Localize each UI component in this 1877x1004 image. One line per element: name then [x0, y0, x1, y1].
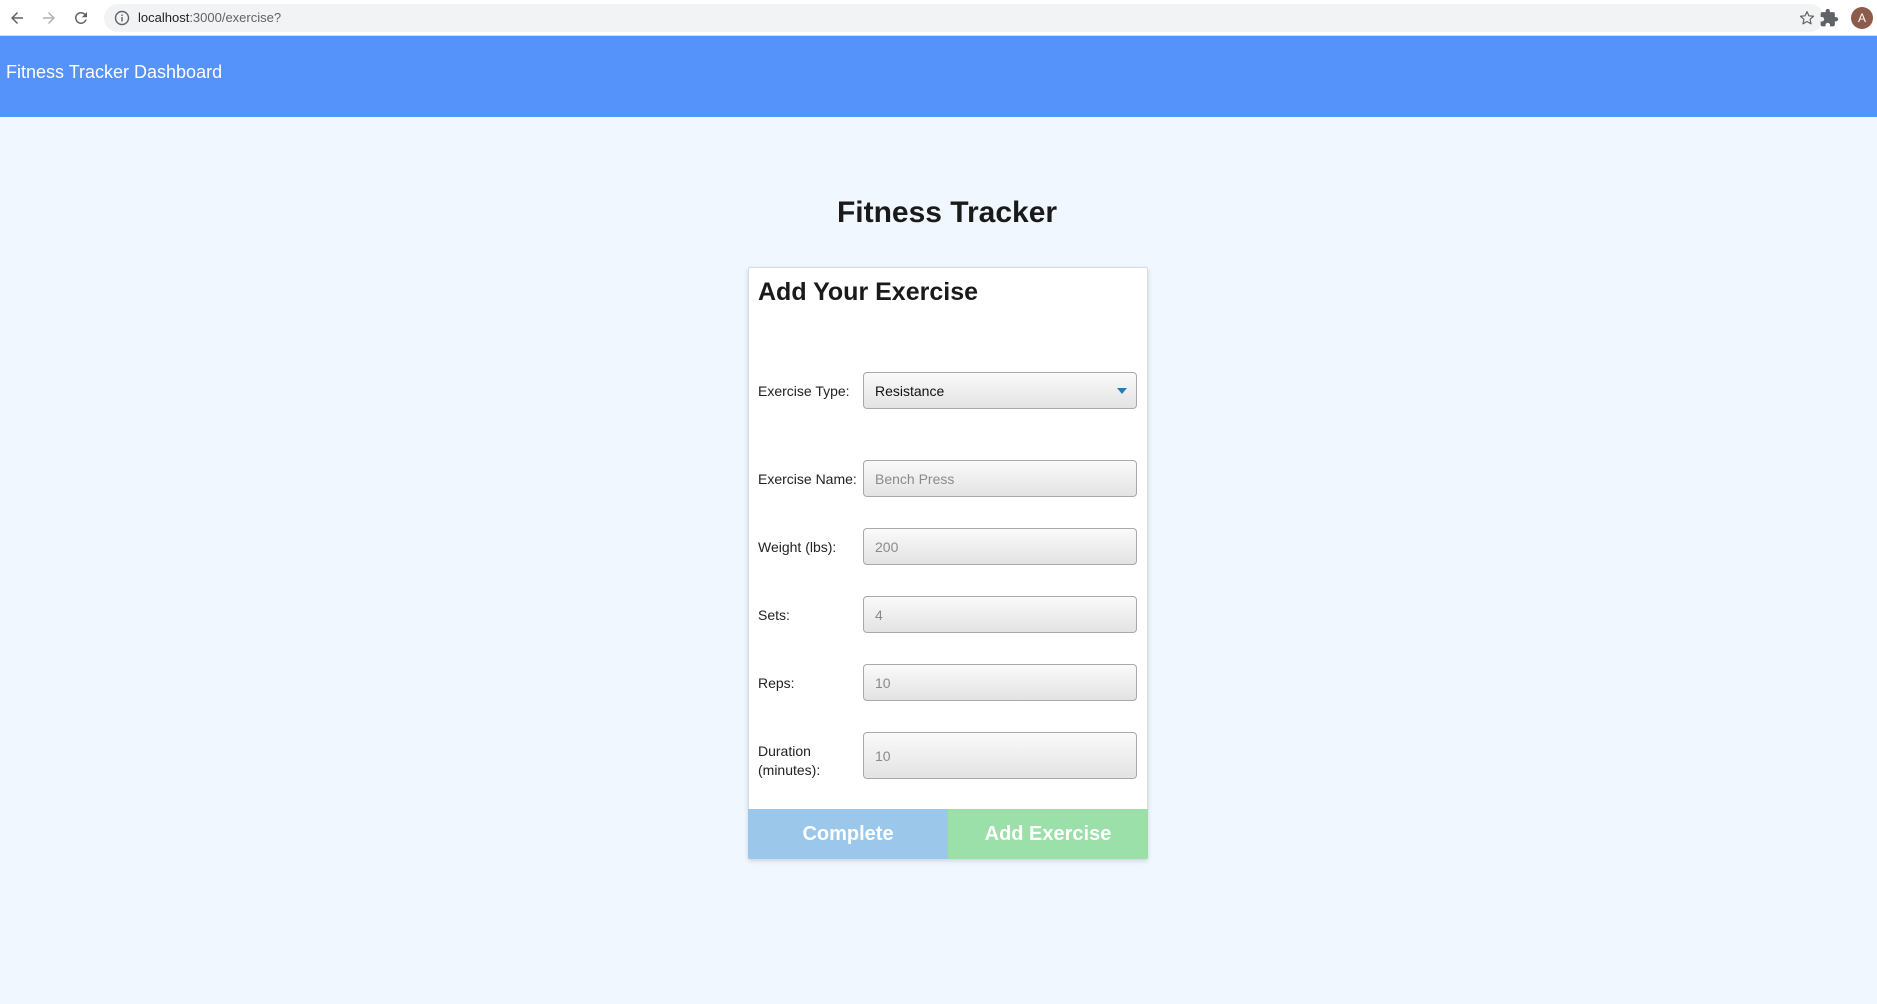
exercise-type-label: Exercise Type:	[758, 383, 850, 399]
add-exercise-button[interactable]: Add Exercise	[948, 809, 1148, 859]
page-title: Fitness Tracker	[836, 196, 1058, 229]
avatar-letter: A	[1857, 11, 1866, 25]
exercise-name-input[interactable]	[863, 460, 1137, 497]
weight-label: Weight (lbs):	[758, 539, 837, 555]
weight-input[interactable]	[863, 528, 1137, 565]
sets-input[interactable]	[863, 596, 1137, 633]
duration-input[interactable]	[863, 732, 1137, 779]
reps-label: Reps:	[758, 675, 795, 691]
exercise-form-card: Add Your Exercise Exercise Type: Resista…	[748, 267, 1148, 859]
reload-icon	[74, 11, 87, 24]
duration-label: Duration (minutes):	[758, 743, 821, 778]
forward-button[interactable]	[37, 6, 61, 30]
exercise-name-label: Exercise Name:	[758, 471, 857, 487]
exercise-type-select[interactable]: Resistance	[863, 372, 1137, 409]
brand-link[interactable]: Fitness Tracker Dashboard	[6, 36, 222, 108]
exercise-type-value: Resistance	[875, 382, 945, 399]
puzzle-icon[interactable]	[1819, 8, 1839, 28]
url-path: :3000/exercise?	[189, 10, 282, 25]
sets-label: Sets:	[758, 607, 790, 623]
profile-avatar[interactable]: A	[1851, 7, 1873, 29]
star-icon[interactable]	[1798, 9, 1816, 27]
chevron-down-icon	[1117, 388, 1127, 394]
complete-button[interactable]: Complete	[748, 809, 948, 859]
form-button-row: Complete Add Exercise	[748, 809, 1148, 859]
back-button[interactable]	[5, 6, 29, 30]
form-heading: Add Your Exercise	[758, 278, 978, 306]
url-host: localhost	[138, 10, 190, 25]
back-arrow-icon	[11, 12, 23, 24]
browser-toolbar: localhost:3000/exercise? A	[0, 0, 1877, 36]
reps-input[interactable]	[863, 664, 1137, 701]
app-header: Fitness Tracker Dashboard	[0, 36, 1877, 117]
forward-arrow-icon	[43, 12, 55, 24]
reload-button[interactable]	[69, 6, 93, 30]
info-icon[interactable]	[114, 10, 130, 26]
address-bar[interactable]: localhost:3000/exercise?	[104, 4, 1824, 32]
url-text: localhost:3000/exercise?	[138, 4, 281, 32]
